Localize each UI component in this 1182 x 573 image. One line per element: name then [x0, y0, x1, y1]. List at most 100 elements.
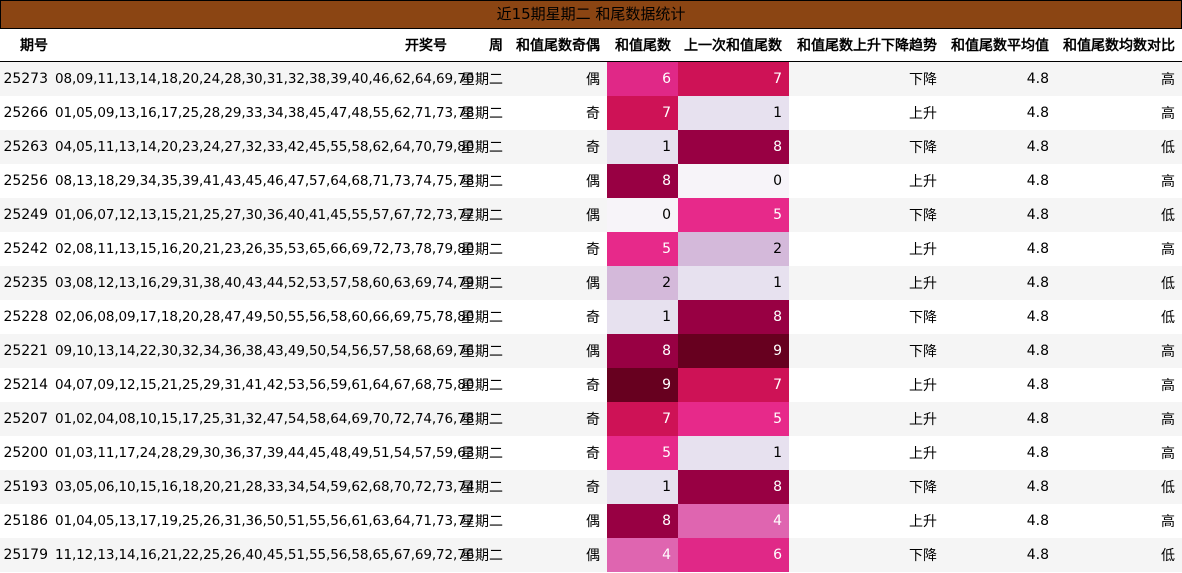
parity-cell: 奇: [510, 130, 607, 164]
tail-cell: 9: [607, 368, 678, 402]
issue-cell: 25179: [0, 538, 55, 572]
table-row[interactable]: 25207 01,02,04,08,10,15,17,25,31,32,47,54…: [0, 402, 1182, 436]
table-row[interactable]: 25266 01,05,09,13,16,17,25,28,29,33,34,38…: [0, 96, 1182, 130]
weekday-cell: 星期二: [454, 61, 510, 96]
trend-cell: 下降: [789, 470, 944, 504]
average-cell: 4.8: [944, 470, 1056, 504]
compare-cell: 低: [1056, 266, 1182, 300]
parity-cell: 偶: [510, 504, 607, 538]
issue-cell: 25207: [0, 402, 55, 436]
issue-cell: 25266: [0, 96, 55, 130]
average-cell: 4.8: [944, 538, 1056, 572]
parity-cell: 偶: [510, 198, 607, 232]
col-header-prev-tail[interactable]: 上一次和值尾数: [678, 29, 789, 62]
table-row[interactable]: 25256 08,13,18,29,34,35,39,41,43,45,46,47…: [0, 164, 1182, 198]
tail-cell: 1: [607, 130, 678, 164]
prev-tail-cell: 5: [678, 198, 789, 232]
col-header-weekday[interactable]: 周: [454, 29, 510, 62]
average-cell: 4.8: [944, 130, 1056, 164]
average-cell: 4.8: [944, 198, 1056, 232]
col-header-average[interactable]: 和值尾数平均值: [944, 29, 1056, 62]
table-row[interactable]: 25228 02,06,08,09,17,18,20,28,47,49,50,55…: [0, 300, 1182, 334]
weekday-cell: 星期二: [454, 538, 510, 572]
prev-tail-cell: 8: [678, 470, 789, 504]
table-row[interactable]: 25186 01,04,05,13,17,19,25,26,31,36,50,51…: [0, 504, 1182, 538]
table-row[interactable]: 25221 09,10,13,14,22,30,32,34,36,38,43,49…: [0, 334, 1182, 368]
prev-tail-cell: 1: [678, 96, 789, 130]
average-cell: 4.8: [944, 300, 1056, 334]
issue-cell: 25200: [0, 436, 55, 470]
trend-cell: 上升: [789, 402, 944, 436]
table-row[interactable]: 25200 01,03,11,17,24,28,29,30,36,37,39,44…: [0, 436, 1182, 470]
numbers-cell: 01,02,04,08,10,15,17,25,31,32,47,54,58,6…: [55, 402, 474, 436]
parity-cell: 奇: [510, 402, 607, 436]
tail-cell: 8: [607, 334, 678, 368]
table-row[interactable]: 25242 02,08,11,13,15,16,20,21,23,26,35,53…: [0, 232, 1182, 266]
weekday-cell: 星期二: [454, 96, 510, 130]
trend-cell: 下降: [789, 300, 944, 334]
weekday-cell: 星期二: [454, 130, 510, 164]
issue-cell: 25242: [0, 232, 55, 266]
weekday-cell: 星期二: [454, 470, 510, 504]
col-header-issue[interactable]: 期号: [0, 29, 55, 62]
weekday-cell: 星期二: [454, 402, 510, 436]
table-row[interactable]: 25214 04,07,09,12,15,21,25,29,31,41,42,53…: [0, 368, 1182, 402]
numbers-cell: 08,13,18,29,34,35,39,41,43,45,46,47,57,6…: [55, 164, 474, 198]
tail-cell: 7: [607, 96, 678, 130]
parity-cell: 偶: [510, 164, 607, 198]
col-header-numbers[interactable]: 开奖号: [55, 29, 454, 62]
table-body: 25273 08,09,11,13,14,18,20,24,28,30,31,32…: [0, 61, 1182, 572]
tail-cell: 1: [607, 300, 678, 334]
parity-cell: 偶: [510, 334, 607, 368]
average-cell: 4.8: [944, 96, 1056, 130]
trend-cell: 上升: [789, 96, 944, 130]
weekday-cell: 星期二: [454, 334, 510, 368]
table-row[interactable]: 25193 03,05,06,10,15,16,18,20,21,28,33,34…: [0, 470, 1182, 504]
parity-cell: 偶: [510, 538, 607, 572]
table-row[interactable]: 25263 04,05,11,13,14,20,23,24,27,32,33,42…: [0, 130, 1182, 164]
trend-cell: 下降: [789, 538, 944, 572]
issue-cell: 25249: [0, 198, 55, 232]
numbers-cell: 09,10,13,14,22,30,32,34,36,38,43,49,50,5…: [55, 334, 474, 368]
compare-cell: 低: [1056, 198, 1182, 232]
prev-tail-cell: 9: [678, 334, 789, 368]
weekday-cell: 星期二: [454, 504, 510, 538]
weekday-cell: 星期二: [454, 198, 510, 232]
table-row[interactable]: 25249 01,06,07,12,13,15,21,25,27,30,36,40…: [0, 198, 1182, 232]
col-header-tail[interactable]: 和值尾数: [607, 29, 678, 62]
trend-cell: 下降: [789, 130, 944, 164]
col-header-parity[interactable]: 和值尾数奇偶: [510, 29, 607, 62]
col-header-trend[interactable]: 和值尾数上升下降趋势: [789, 29, 944, 62]
weekday-cell: 星期二: [454, 266, 510, 300]
prev-tail-cell: 8: [678, 130, 789, 164]
trend-cell: 上升: [789, 368, 944, 402]
trend-cell: 上升: [789, 504, 944, 538]
col-header-compare[interactable]: 和值尾数均数对比: [1056, 29, 1182, 62]
table-row[interactable]: 25179 11,12,13,14,16,21,22,25,26,40,45,51…: [0, 538, 1182, 572]
table-title: 近15期星期二 和尾数据统计: [0, 0, 1182, 29]
weekday-cell: 星期二: [454, 164, 510, 198]
prev-tail-cell: 2: [678, 232, 789, 266]
compare-cell: 高: [1056, 164, 1182, 198]
issue-cell: 25273: [0, 61, 55, 96]
prev-tail-cell: 1: [678, 436, 789, 470]
numbers-cell: 04,05,11,13,14,20,23,24,27,32,33,42,45,5…: [55, 130, 474, 164]
prev-tail-cell: 8: [678, 300, 789, 334]
compare-cell: 低: [1056, 538, 1182, 572]
trend-cell: 上升: [789, 436, 944, 470]
trend-cell: 下降: [789, 334, 944, 368]
average-cell: 4.8: [944, 164, 1056, 198]
average-cell: 4.8: [944, 334, 1056, 368]
prev-tail-cell: 0: [678, 164, 789, 198]
numbers-cell: 01,04,05,13,17,19,25,26,31,36,50,51,55,5…: [55, 504, 474, 538]
trend-cell: 上升: [789, 232, 944, 266]
weekday-cell: 星期二: [454, 436, 510, 470]
table-row[interactable]: 25235 03,08,12,13,16,29,31,38,40,43,44,52…: [0, 266, 1182, 300]
trend-cell: 上升: [789, 164, 944, 198]
table-row[interactable]: 25273 08,09,11,13,14,18,20,24,28,30,31,32…: [0, 61, 1182, 96]
issue-cell: 25186: [0, 504, 55, 538]
tail-cell: 6: [607, 61, 678, 96]
numbers-cell: 11,12,13,14,16,21,22,25,26,40,45,51,55,5…: [55, 538, 474, 572]
weekday-cell: 星期二: [454, 368, 510, 402]
prev-tail-cell: 4: [678, 504, 789, 538]
